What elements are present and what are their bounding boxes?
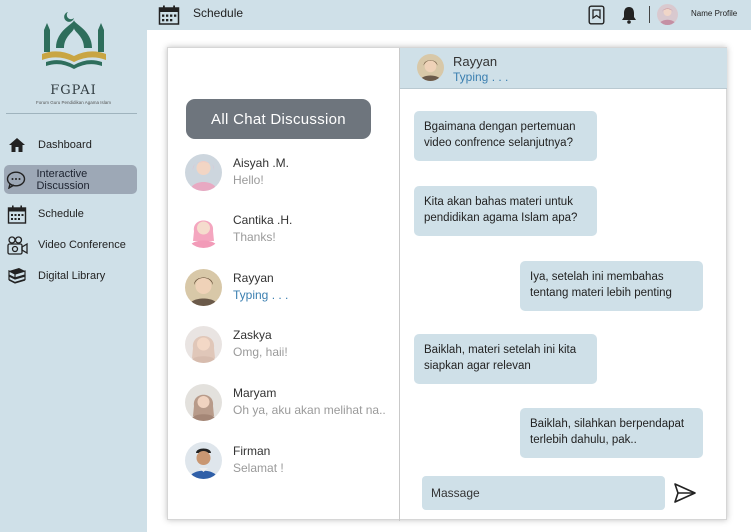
bell-icon[interactable]	[621, 6, 637, 29]
contact-item-firman[interactable]: Firman Selamat !	[185, 442, 395, 482]
chat-icon	[4, 170, 28, 189]
contact-name: Firman	[233, 444, 271, 458]
chat-message-sent: Iya, setelah ini membahas tentang materi…	[520, 261, 703, 311]
contact-item-rayyan[interactable]: Rayyan Typing . . .	[185, 269, 395, 309]
sidebar-item-dashboard[interactable]: Dashboard	[4, 134, 137, 156]
video-conference-icon	[4, 235, 30, 255]
contact-last-message: Omg, haii!	[233, 345, 288, 359]
mosque-book-logo-icon	[42, 12, 106, 69]
sidebar-item-interactive-discussion[interactable]: Interactive Discussion	[4, 165, 137, 194]
fgpai-logo: FGPAI Forum Guru Pendidikan Agama Islam	[0, 6, 147, 110]
message-input[interactable]	[422, 476, 665, 510]
all-chat-discussion-button[interactable]: All Chat Discussion	[186, 99, 371, 139]
contact-item-cantika[interactable]: Cantika .H. Thanks!	[185, 211, 395, 251]
contact-avatar	[185, 269, 222, 306]
chat-contact-name: Rayyan	[453, 54, 498, 69]
profile-name[interactable]: Name Profile	[691, 9, 737, 18]
chat-contact-avatar[interactable]	[417, 54, 444, 81]
books-icon	[4, 267, 30, 285]
calendar-icon[interactable]	[158, 5, 180, 30]
chat-typing-status: Typing . . .	[453, 70, 509, 84]
contact-typing-status: Typing . . .	[233, 288, 289, 302]
contact-name: Cantika .H.	[233, 213, 293, 227]
calendar-icon	[4, 205, 30, 224]
contact-item-aisyah[interactable]: Aisyah .M. Hello!	[185, 154, 395, 194]
brand-name: FGPAI	[50, 83, 97, 98]
contact-last-message: Thanks!	[233, 230, 276, 244]
contact-item-zaskya[interactable]: Zaskya Omg, haii!	[185, 326, 395, 366]
contact-item-maryam[interactable]: Maryam Oh ya, aku akan melihat na..	[185, 384, 395, 424]
bookmark-icon[interactable]	[588, 5, 605, 30]
contact-avatar	[185, 384, 222, 421]
topbar-divider	[649, 6, 650, 23]
chat-header: Rayyan Typing . . .	[400, 48, 727, 89]
contact-last-message: Selamat !	[233, 461, 284, 475]
sidebar-item-digital-library[interactable]: Digital Library	[4, 265, 137, 287]
home-icon	[4, 137, 30, 153]
contact-avatar	[185, 326, 222, 363]
send-icon[interactable]	[673, 482, 697, 509]
sidebar: FGPAI Forum Guru Pendidikan Agama Islam …	[0, 0, 147, 532]
sidebar-item-label: Interactive Discussion	[36, 167, 90, 192]
chat-message-received: Bgaimana dengan pertemuan video confrenc…	[414, 111, 597, 161]
sidebar-item-label: Digital Library	[38, 270, 106, 282]
contact-last-message: Hello!	[233, 173, 264, 187]
brand-tagline: Forum Guru Pendidikan Agama Islam	[35, 100, 112, 105]
chat-message-received: Kita akan bahas materi untuk pendidikan …	[414, 186, 597, 236]
main-content: All Chat Discussion Aisyah .M. Hello! Ca…	[147, 30, 751, 532]
contact-avatar	[185, 442, 222, 479]
discussion-panel: All Chat Discussion Aisyah .M. Hello! Ca…	[167, 47, 727, 521]
contact-avatar	[185, 154, 222, 191]
sidebar-item-label: Video Conference	[38, 239, 126, 251]
contact-name: Rayyan	[233, 271, 274, 285]
sidebar-item-label: Schedule	[38, 208, 84, 220]
sidebar-item-label: Dashboard	[38, 139, 92, 151]
top-bar: Schedule Name Profile	[147, 0, 751, 30]
panel-divider	[399, 48, 400, 521]
contact-last-message: Oh ya, aku akan melihat na..	[233, 403, 386, 417]
profile-avatar[interactable]	[657, 4, 678, 25]
contact-name: Maryam	[233, 386, 277, 400]
chat-message-sent: Baiklah, silahkan berpendapat terlebih d…	[520, 408, 703, 458]
sidebar-divider	[6, 113, 137, 114]
chat-message-received: Baiklah, materi setelah ini kita siapkan…	[414, 334, 597, 384]
contact-avatar	[185, 211, 222, 248]
sidebar-item-video-conference[interactable]: Video Conference	[4, 231, 137, 259]
contact-name: Aisyah .M.	[233, 156, 290, 170]
sidebar-item-schedule[interactable]: Schedule	[4, 203, 137, 225]
contact-name: Zaskya	[233, 328, 272, 342]
page-title: Schedule	[193, 6, 244, 20]
